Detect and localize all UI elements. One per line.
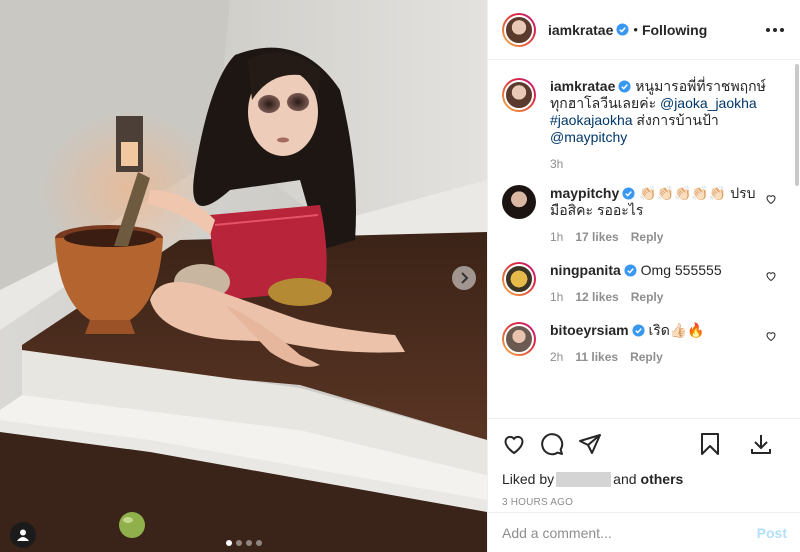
heart-icon[interactable] — [502, 432, 526, 456]
caption: iamkratae หนูมารอพี่ที่ราชพฤกษ์ทุกฮาโลวี… — [502, 78, 787, 173]
header-username[interactable]: iamkratae — [548, 22, 613, 38]
comment-text: Omg 555555 — [640, 262, 722, 278]
post-photo[interactable] — [0, 0, 487, 552]
avatar[interactable] — [502, 322, 536, 356]
reply-button[interactable]: Reply — [630, 349, 663, 366]
comment: maypitchy 👏🏻👏🏻👏🏻👏🏻👏🏻 ปรบมือสิคะ รออะไร 1… — [502, 185, 787, 246]
add-comment-bar: Post — [488, 512, 800, 552]
redacted-username — [556, 471, 612, 487]
heart-icon[interactable] — [765, 270, 777, 282]
avatar[interactable] — [502, 78, 536, 112]
carousel-dot — [255, 540, 262, 546]
avatar[interactable] — [502, 12, 536, 47]
likes-others-link[interactable]: others — [641, 471, 684, 487]
verified-icon — [624, 264, 637, 277]
download-icon[interactable] — [749, 432, 773, 456]
reply-button[interactable]: Reply — [631, 229, 664, 246]
next-photo-button[interactable] — [452, 266, 476, 290]
likes-prefix: Liked by — [502, 471, 555, 487]
comment-username[interactable]: bitoeyrsiam — [550, 322, 629, 338]
comment: ningpanita Omg 555555 1h 12 likes Reply — [502, 262, 787, 306]
comment-likes[interactable]: 12 likes — [575, 289, 618, 306]
caption-username[interactable]: iamkratae — [550, 78, 615, 94]
likes-and: and — [613, 471, 637, 487]
heart-icon[interactable] — [765, 193, 777, 205]
heart-icon[interactable] — [765, 330, 777, 342]
comment-time: 2h — [550, 350, 564, 364]
comment-time: 1h — [550, 290, 564, 304]
post-actions: Liked by and others 3 HOURS AGO — [488, 418, 800, 508]
comment-likes[interactable]: 17 likes — [575, 229, 618, 246]
photo-scene — [0, 0, 487, 552]
comment-text: เริด👍🏻🔥 — [648, 322, 705, 338]
bookmark-icon[interactable] — [699, 432, 721, 456]
comment-likes[interactable]: 11 likes — [575, 349, 618, 366]
comment-icon[interactable] — [540, 432, 564, 456]
comments-list: iamkratae หนูมารอพี่ที่ราชพฤกษ์ทุกฮาโลวี… — [488, 60, 800, 416]
caption-time[interactable]: 3h — [550, 156, 563, 173]
post-comment-button[interactable]: Post — [757, 525, 787, 541]
post-side-panel: iamkratae • Following iamkratae หนูมารอพ… — [487, 0, 800, 552]
reply-button[interactable]: Reply — [631, 289, 664, 306]
comment-time: 1h — [550, 230, 564, 244]
hashtag-link[interactable]: #jaokajaokha — [550, 112, 633, 128]
carousel-dot — [225, 540, 232, 546]
post-header: iamkratae • Following — [488, 0, 800, 60]
comment: bitoeyrsiam เริด👍🏻🔥 2h 11 likes Reply — [502, 322, 787, 366]
comment-username[interactable]: ningpanita — [550, 262, 621, 278]
verified-icon — [622, 187, 635, 200]
carousel-indicator — [0, 540, 487, 546]
caption-body: ส่งการบ้านป้า — [632, 112, 719, 128]
avatar[interactable] — [502, 262, 536, 296]
carousel-dot — [235, 540, 242, 546]
separator: • — [633, 22, 638, 37]
caption-text: iamkratae หนูมารอพี่ที่ราชพฤกษ์ทุกฮาโลวี… — [550, 78, 770, 146]
mention-link[interactable]: @jaoka_jaokha — [660, 95, 757, 111]
verified-icon — [618, 80, 631, 93]
verified-icon — [632, 324, 645, 337]
avatar[interactable] — [502, 185, 536, 219]
carousel-dot — [245, 540, 252, 546]
comment-username[interactable]: maypitchy — [550, 185, 619, 201]
more-options-icon[interactable] — [764, 24, 786, 36]
mention-link[interactable]: @maypitchy — [550, 129, 627, 145]
following-button[interactable]: Following — [642, 22, 707, 38]
next-arrow-icon — [461, 272, 469, 284]
verified-icon — [616, 23, 629, 36]
comment-input[interactable] — [502, 524, 757, 541]
share-icon[interactable] — [578, 432, 602, 456]
post-timestamp[interactable]: 3 HOURS AGO — [502, 497, 787, 508]
likes-summary: Liked by and others — [502, 471, 787, 487]
